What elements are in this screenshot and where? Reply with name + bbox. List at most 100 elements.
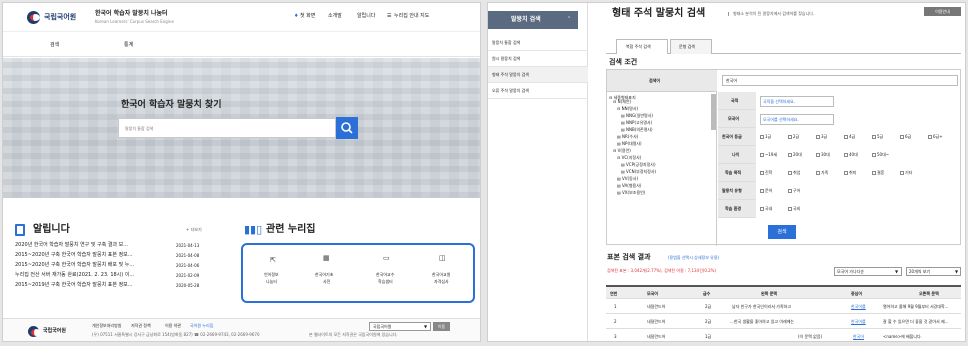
result-summary: 검색된 표본 : 3,042개(2.77%), 검색된 어절 : 7,134건(… xyxy=(607,268,717,273)
tree-node[interactable]: ▤ VCN(부정지정사) xyxy=(607,169,716,176)
purpose-check[interactable]: 가족 xyxy=(816,171,828,175)
help-button[interactable]: 이용안내 xyxy=(924,7,961,16)
age-check[interactable]: 30대 xyxy=(816,153,830,157)
tree-node[interactable]: ▤ VA(형용사) xyxy=(607,183,716,190)
tree-node[interactable]: ▤ NNG(일반명사) xyxy=(607,113,716,120)
page-size-select[interactable]: 20개씩 보기 ▼ xyxy=(906,267,961,276)
submit-search-button[interactable]: 검색 xyxy=(768,225,796,239)
tree-node[interactable]: ▤ NNB(의존명사) xyxy=(607,127,716,134)
search-condition-panel: 검색어 한국어 ⊟ 세종형태표지 ⊟ N(체언) ⊟ NN(명사) ▤ NNG(… xyxy=(606,69,961,246)
notice-heading: 알립니다 xyxy=(33,224,70,235)
notice-icon xyxy=(15,224,25,236)
result-note: (용법을 선택시 상세정보 유용) xyxy=(668,255,720,260)
nikl-logo-icon[interactable] xyxy=(27,11,40,24)
header-link-about[interactable]: 소개말 xyxy=(328,14,342,19)
search-button[interactable] xyxy=(336,117,358,139)
purpose-check[interactable]: 기타 xyxy=(900,171,912,175)
chevron-down-icon: ▼ xyxy=(424,324,428,329)
level-check[interactable]: 6급 xyxy=(900,135,911,139)
sidebar-item-integrated[interactable]: 말뭉치 통합 검색 xyxy=(488,35,588,51)
footer-link-terms[interactable]: 이용 약관 xyxy=(165,324,181,328)
nav-stats[interactable]: 통계 xyxy=(124,43,133,48)
tree-node[interactable]: ⊟ VC(지정사) xyxy=(607,155,716,162)
tree-node[interactable]: ⊟ N(체언) xyxy=(607,99,716,106)
level-check[interactable]: 4급 xyxy=(844,135,855,139)
corpus-type-check[interactable]: 구어 xyxy=(788,189,800,193)
home-icon: ♦ xyxy=(294,13,299,19)
site-title[interactable]: 한국어 학습자 말뭉치 나눔터 xyxy=(95,11,168,17)
level-check[interactable]: 1급 xyxy=(760,135,771,139)
related-tile-teaching[interactable]: ▭ 한국어교수 학습샘터 xyxy=(365,249,413,299)
tree-scrollbar[interactable] xyxy=(711,94,716,130)
tab-complex[interactable]: 복합 주석 검색 xyxy=(616,39,668,54)
age-check[interactable]: 20대 xyxy=(788,153,802,157)
header-link-sitemap[interactable]: 누리집 안내 지도 xyxy=(394,14,429,19)
tree-node[interactable]: ▤ NP(대명사) xyxy=(607,141,716,148)
tree-node[interactable]: ▤ NR(수사) xyxy=(607,134,716,141)
table-row[interactable]: 3 네덜란드어 1급 (이 문맥 없음) 한국어 <name>에 배웁니다. xyxy=(606,330,961,341)
sidebar-item-error[interactable]: 오류 주석 말뭉치 검색 xyxy=(488,83,588,99)
list-item[interactable]: 2015~2019년 구축 한국어 학습자 말뭉치 표본 정보... 2020-0… xyxy=(15,283,215,293)
purpose-check[interactable]: 진학 xyxy=(760,171,772,175)
tree-node[interactable]: ⊟ 세종형태표지 xyxy=(607,92,716,100)
site-select[interactable]: 국립국어원 ▼ xyxy=(369,322,431,331)
corpus-search-input[interactable]: 말뭉치 통합 검색 xyxy=(118,118,336,138)
related-tile-language-info[interactable]: ⇱ 언어정보 나눔터 xyxy=(252,249,300,299)
book-icon: ▦ xyxy=(323,254,330,262)
chart-bars-icon: ▮▮▯ xyxy=(244,223,263,236)
footer-link-copyright[interactable]: 저작권 정책 xyxy=(131,324,151,328)
related-tile-basic-dict[interactable]: ▦ 한국어기초 사전 xyxy=(304,249,352,299)
nationality-input[interactable]: 국적을 선택하세요. xyxy=(760,96,834,107)
environment-check[interactable]: 국내 xyxy=(760,207,772,211)
purpose-label: 학습 목적 xyxy=(718,164,756,182)
age-check[interactable]: ~19세 xyxy=(760,153,777,157)
nav-search[interactable]: 검색 xyxy=(50,43,59,48)
certificate-icon: ◫ xyxy=(439,254,446,262)
mother-tongue-input[interactable]: 모국어를 선택하세요. xyxy=(760,114,834,125)
site-header: 국립국어원 한국어 학습자 말뭉치 나눔터 Korean Learners' C… xyxy=(3,3,480,31)
site-footer: 국립국어원 개인정보처리방침 저작권 정책 이용 약관 국어원 누리집 (우) … xyxy=(3,318,480,341)
level-check[interactable]: 6급+ xyxy=(928,135,943,139)
level-check[interactable]: 5급 xyxy=(872,135,883,139)
search-tabs: 복합 주석 검색 문형 검색 xyxy=(606,36,961,54)
header-link-notice[interactable]: 알립니다 xyxy=(357,14,375,19)
go-button[interactable]: 이동 xyxy=(433,322,450,331)
page-desc: 형태소 분석이 된 말뭉치에서 검색어를 찾습니다. xyxy=(728,12,814,16)
table-row[interactable]: 1 네덜란드어 2급 남자 친구가 한국인이라서 가족하고 한국어를 열어하고 … xyxy=(606,300,961,314)
footer-link-nikl[interactable]: 국어원 누리집 xyxy=(190,324,213,328)
purpose-check[interactable]: 취업 xyxy=(788,171,800,175)
age-label: 나이 xyxy=(718,146,756,164)
keyword-link[interactable]: 한국어를 xyxy=(851,304,866,310)
notice-list: 2020년 한국어 학습자 말뭉치 연구 및 구축 결과 보... 2021-04… xyxy=(15,243,215,293)
chevron-up-icon[interactable]: ⌃ xyxy=(567,17,571,22)
corpus-type-check[interactable]: 문어 xyxy=(760,189,772,193)
sidebar-item-morpheme[interactable]: 형태 주석 말뭉치 검색 xyxy=(488,67,588,83)
table-row[interactable]: 2 네덜란드어 2급 ...한국 생활을 좋아하고 있고 이래에는 한국어를 잘… xyxy=(606,315,961,329)
purpose-check[interactable]: 취미 xyxy=(844,171,856,175)
footer-link-privacy[interactable]: 개인정보처리방침 xyxy=(92,324,121,328)
sort-select[interactable]: 모국어 가나다순 ▼ xyxy=(834,267,902,276)
keyword-link[interactable]: 한국어를 xyxy=(851,319,866,325)
tree-node[interactable]: ▤ NNP(고유명사) xyxy=(607,120,716,127)
age-check[interactable]: 50대~ xyxy=(872,153,889,157)
notice-more-link[interactable]: + 더보기 xyxy=(186,228,202,232)
purpose-check[interactable]: 결혼 xyxy=(872,171,884,175)
tree-node[interactable]: ▤ VCP(긍정지정사) xyxy=(607,162,716,169)
tree-node[interactable]: ▤ VX(보조용언) xyxy=(607,190,716,197)
sidebar-item-raw[interactable]: 원시 말뭉치 검색 xyxy=(488,51,588,67)
related-tile-teacher-cert[interactable]: ◫ 한국어교원 자격심사 xyxy=(421,249,469,299)
level-check[interactable]: 3급 xyxy=(816,135,827,139)
tab-pattern[interactable]: 문형 검색 xyxy=(670,39,712,54)
logo-text[interactable]: 국립국어원 xyxy=(44,14,76,21)
tree-node[interactable]: ▤ VV(동사) xyxy=(607,176,716,183)
age-check[interactable]: 40대 xyxy=(844,153,858,157)
keyword-link[interactable]: 한국어 xyxy=(853,334,864,340)
environment-check[interactable]: 국외 xyxy=(788,207,800,211)
keyword-input[interactable]: 한국어 xyxy=(722,75,958,86)
mother-tongue-label: 모국어 xyxy=(718,110,756,128)
tree-node[interactable]: ⊟ V(용언) xyxy=(607,148,716,155)
header-link-home[interactable]: 첫 화면 xyxy=(300,14,315,19)
search-icon xyxy=(341,122,353,134)
tree-node[interactable]: ⊟ NN(명사) xyxy=(607,106,716,113)
level-check[interactable]: 2급 xyxy=(788,135,799,139)
